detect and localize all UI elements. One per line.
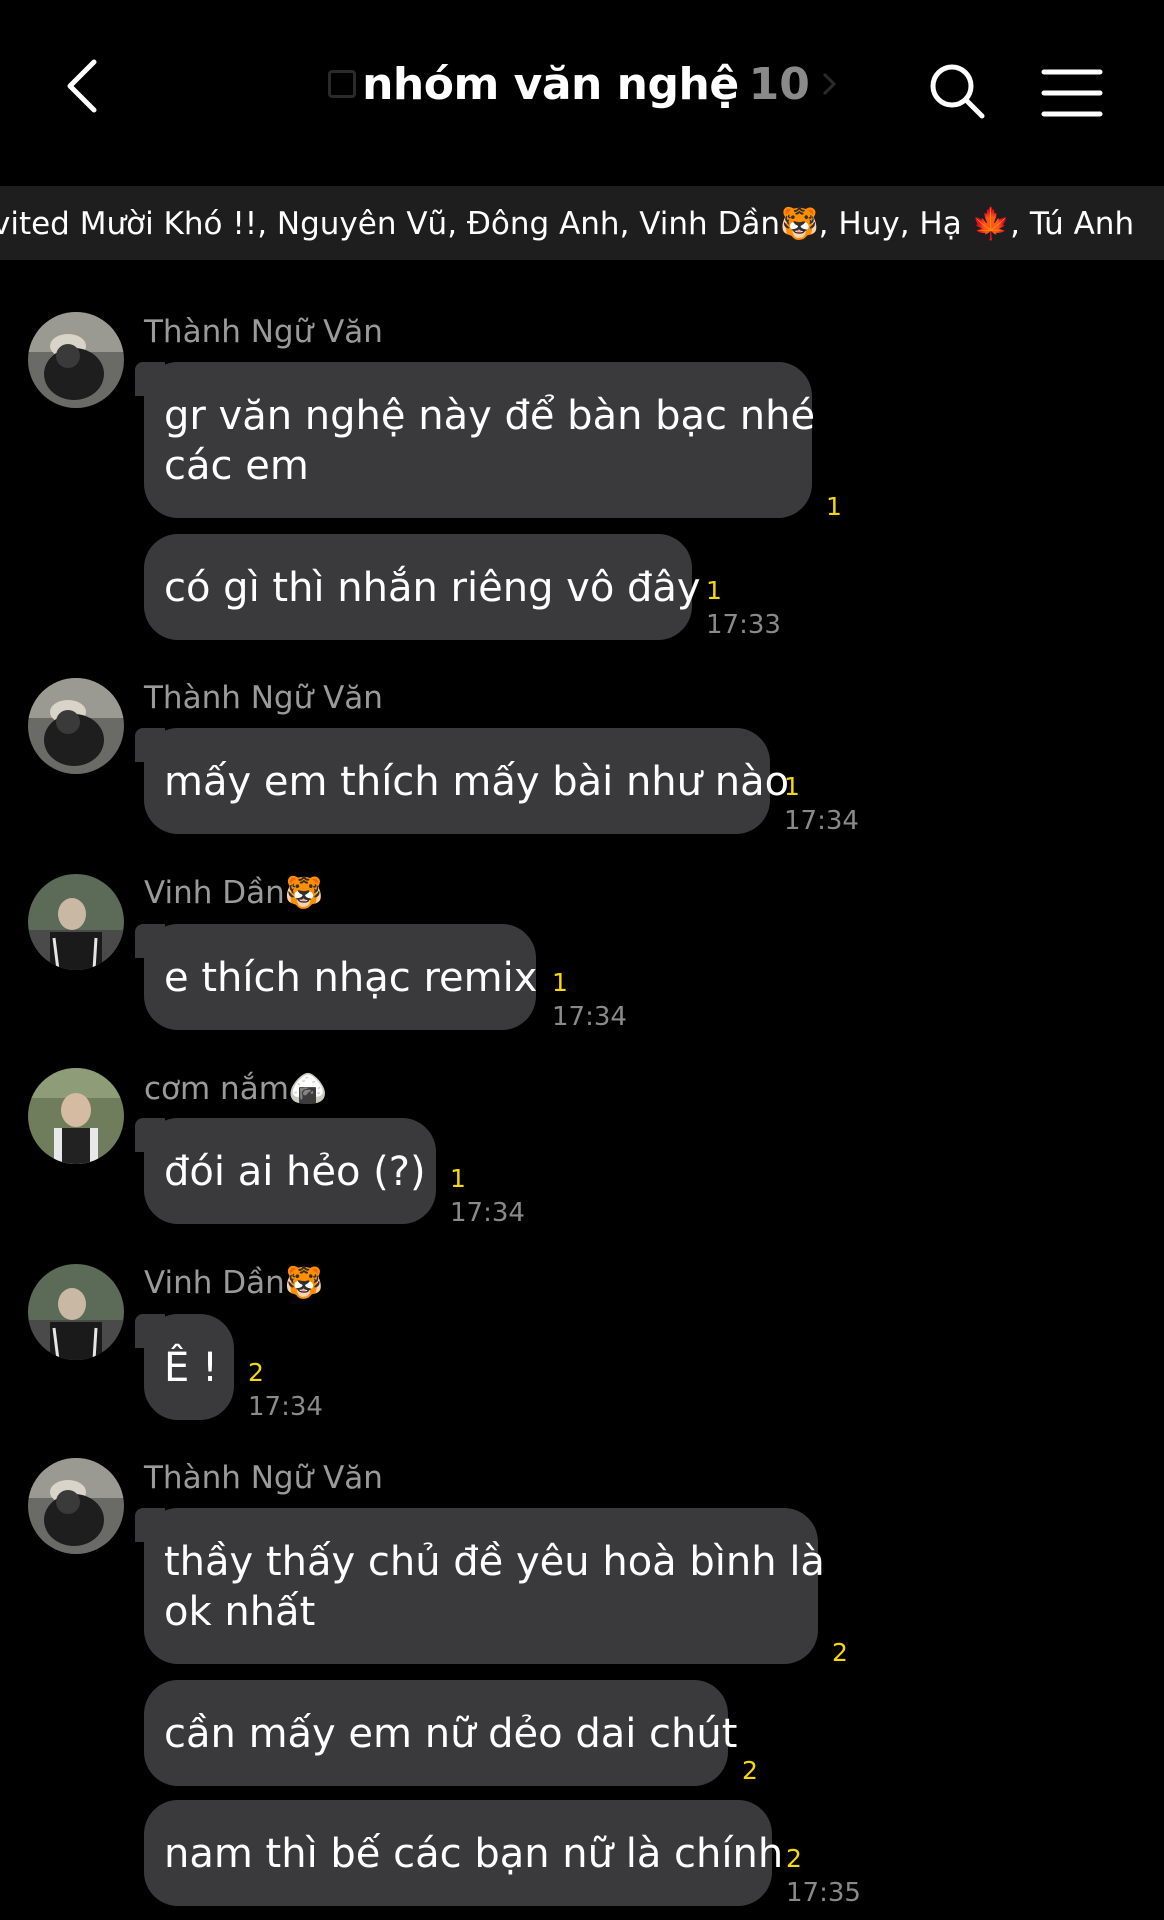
message-text-line: mấy em thích mấy bài như nào — [164, 759, 790, 805]
message-text-line: thầy thấy chủ đề yêu hoà bình là — [164, 1539, 825, 1585]
message-text-line: cần mấy em nữ dẻo dai chút — [164, 1711, 738, 1757]
message-bubble[interactable]: gr văn nghệ này để bàn bạc nhé các em — [135, 362, 816, 518]
avatar-vinh-dan[interactable] — [28, 1264, 124, 1360]
message-bubble[interactable]: thầy thấy chủ đề yêu hoà bình là ok nhất — [135, 1508, 825, 1664]
avatar-com-nam[interactable] — [28, 1068, 124, 1164]
avatar-photo — [28, 874, 124, 970]
sender-name: Vinh Dần🐯 — [144, 1265, 324, 1301]
message-text-line: nam thì bế các bạn nữ là chính — [164, 1831, 784, 1877]
unread-count: 1 — [826, 492, 842, 521]
message-list[interactable]: Thành Ngữ Văn gr văn nghệ này để bàn bạc… — [0, 260, 1164, 1920]
message-text-line: e thích nhạc remix — [164, 955, 538, 1001]
avatar-vinh-dan[interactable] — [28, 874, 124, 970]
avatar-photo — [28, 1068, 124, 1164]
back-button[interactable] — [52, 48, 112, 124]
message-text-line: có gì thì nhắn riêng vô đây — [164, 565, 701, 611]
unread-count: 1 — [450, 1164, 466, 1193]
unread-count: 2 — [786, 1844, 802, 1873]
avatar-thanh-ngu-van[interactable] — [28, 1458, 124, 1554]
avatar-photo — [28, 312, 124, 408]
message-time: 17:34 — [784, 806, 859, 836]
avatar-thanh-ngu-van[interactable] — [28, 312, 124, 408]
message-time: 17:34 — [552, 1002, 627, 1032]
calendar-icon — [328, 70, 357, 98]
message-text-line: Ê ! — [164, 1345, 219, 1391]
unread-count: 1 — [552, 968, 568, 997]
sender-name: cơm nắm🍙 — [144, 1071, 328, 1107]
message-bubble[interactable]: Ê ! — [135, 1314, 234, 1420]
message-time: 17:34 — [450, 1198, 525, 1228]
unread-count: 1 — [784, 772, 800, 801]
message-bubble[interactable]: e thích nhạc remix — [135, 924, 538, 1030]
sender-name: Thành Ngữ Văn — [144, 314, 383, 350]
sender-name: Thành Ngữ Văn — [144, 1460, 383, 1496]
chevron-right-icon — [822, 72, 836, 96]
member-count: 10 — [748, 58, 810, 110]
menu-button[interactable] — [1040, 66, 1104, 120]
message-time: 17:33 — [706, 610, 781, 640]
avatar-photo — [28, 1264, 124, 1360]
message-bubble[interactable]: mấy em thích mấy bài như nào — [135, 728, 790, 834]
unread-count: 1 — [706, 576, 722, 605]
unread-count: 2 — [742, 1756, 758, 1785]
chat-title: nhóm văn nghệ — [362, 58, 739, 110]
avatar-thanh-ngu-van[interactable] — [28, 678, 124, 774]
message-bubble[interactable]: đói ai hẻo (?) — [135, 1118, 436, 1224]
message-text-line: đói ai hẻo (?) — [164, 1149, 426, 1195]
chevron-left-icon — [67, 59, 97, 113]
sender-name: Thành Ngữ Văn — [144, 680, 383, 716]
hamburger-menu-icon — [1041, 69, 1103, 117]
invited-members-text: vited Mười Khó !!, Nguyên Vũ, Đông Anh, … — [0, 205, 1135, 242]
message-text-line: gr văn nghệ này để bàn bạc nhé — [164, 393, 816, 439]
chat-header: nhóm văn nghệ 10 — [0, 0, 1164, 185]
sender-name: Vinh Dần🐯 — [144, 875, 324, 911]
message-bubble[interactable]: nam thì bế các bạn nữ là chính — [144, 1800, 784, 1906]
search-icon — [930, 64, 985, 119]
avatar-photo — [28, 678, 124, 774]
unread-count: 2 — [832, 1638, 848, 1667]
invited-members-banner[interactable]: vited Mười Khó !!, Nguyên Vũ, Đông Anh, … — [0, 186, 1164, 260]
message-time: 17:35 — [786, 1878, 861, 1908]
message-time: 17:34 — [248, 1392, 323, 1422]
search-button[interactable] — [928, 62, 988, 122]
message-text-line: các em — [164, 443, 309, 489]
avatar-photo — [28, 1458, 124, 1554]
message-text-line: ok nhất — [164, 1589, 316, 1635]
chat-title-area[interactable]: nhóm văn nghệ 10 — [0, 52, 1164, 116]
unread-count: 2 — [248, 1358, 264, 1387]
message-bubble[interactable]: cần mấy em nữ dẻo dai chút — [144, 1680, 738, 1786]
message-bubble[interactable]: có gì thì nhắn riêng vô đây — [144, 534, 701, 640]
